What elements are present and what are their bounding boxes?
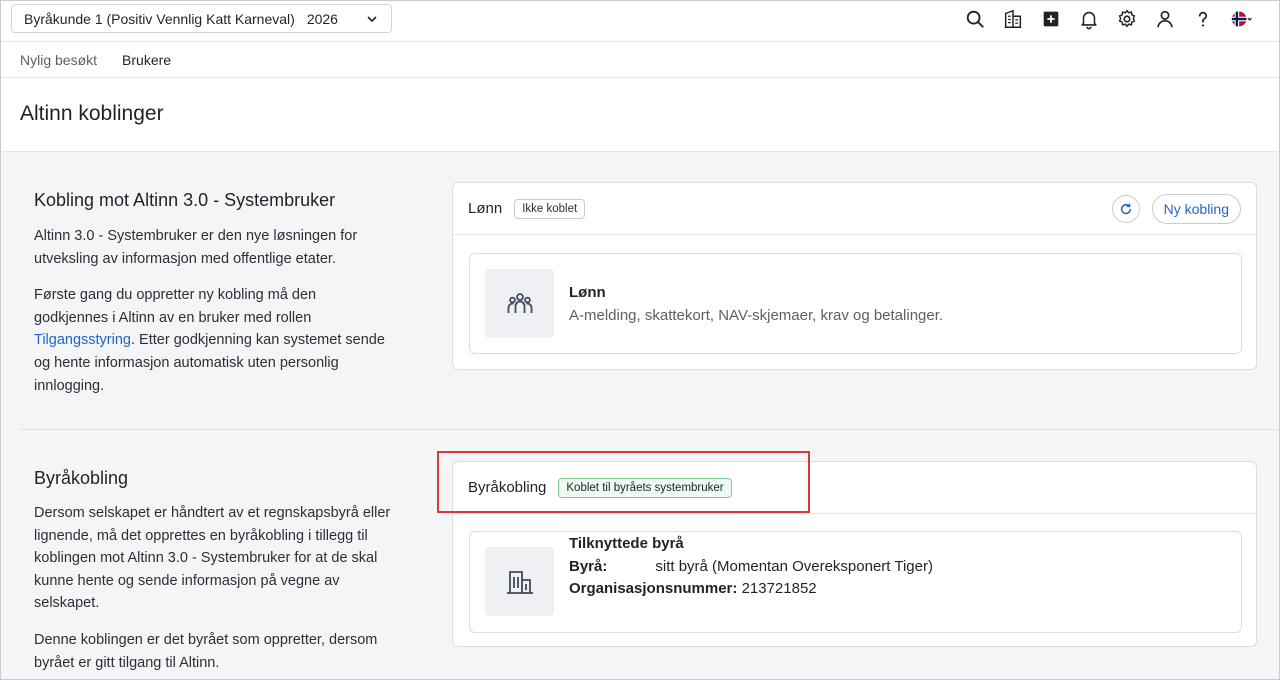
company-selector[interactable]: Byråkunde 1 (Positiv Vennlig Katt Karnev… [11,4,392,33]
description-paragraph: Altinn 3.0 - Systembruker er den nye løs… [34,228,358,267]
company-year: 2026 [306,10,338,27]
language-button[interactable] [1222,0,1260,38]
org-number-row: Organisasjonsnummer: 213721852 [569,578,933,601]
section-title-systembruker: Kobling mot Altinn 3.0 - Systembruker [34,190,336,210]
new-connection-button[interactable]: Ny kobling [1151,194,1241,224]
card-title: Lønn [468,200,503,217]
notifications-button[interactable] [1070,0,1108,38]
card-header: Lønn Ikke koblet Ny kobling [453,183,1256,235]
search-button[interactable] [956,0,994,38]
agency-item: Tilknyttede byrå Byrå: sitt byrå (Momenta… [469,531,1242,633]
org-number-value: 213721852 [741,580,817,597]
card-title: Byråkobling [468,479,547,496]
bell-icon [1081,11,1097,30]
org-number-label: Organisasjonsnummer: [569,580,738,597]
item-text: Tilknyttede byrå Byrå: sitt byrå (Momenta… [569,533,933,601]
status-badge: Ikke koblet [514,198,586,219]
tilgangsstyring-link[interactable]: Tilgangsstyring [34,332,131,348]
sub-navigation: Nylig besøkt Brukere [0,42,1280,78]
help-button[interactable] [1184,0,1222,38]
section-description-byrakobling: Dersom selskapet er håndtert av et regns… [34,502,394,680]
top-bar: Byråkunde 1 (Positiv Vennlig Katt Karnev… [0,0,1280,42]
item-description: A-melding, skattekort, NAV-skjemaer, kra… [569,306,944,324]
section-divider [20,429,1280,430]
lonn-item: Lønn A-melding, skattekort, NAV-skjemaer… [469,253,1242,354]
top-icons [956,0,1260,38]
item-title: Tilknyttede byrå [569,535,684,552]
nav-recently-visited[interactable]: Nylig besøkt [20,52,97,68]
card-header: Byråkobling Koblet til byråets systembru… [453,462,1256,514]
chevron-down-icon [367,15,377,22]
item-tile [485,547,554,616]
section-description-systembruker: Altinn 3.0 - Systembruker er den nye løs… [34,225,394,411]
add-button[interactable] [1032,0,1070,38]
building-icon [506,570,533,594]
company-name: Byråkunde 1 (Positiv Vennlig Katt Karnev… [24,10,295,27]
user-icon [1157,10,1173,28]
help-icon [1198,11,1208,27]
refresh-icon [1120,203,1132,215]
description-paragraph: Dersom selskapet er håndtert av et regns… [34,505,391,612]
refresh-button[interactable] [1112,195,1140,223]
settings-button[interactable] [1108,0,1146,38]
agency-label: Byrå: [569,557,608,575]
company-overview-button[interactable] [994,0,1032,38]
item-text: Lønn A-melding, skattekort, NAV-skjemaer… [569,282,943,327]
gear-icon [1118,9,1136,28]
people-icon [507,292,532,313]
byrakobling-card: Byråkobling Koblet til byråets systembru… [452,461,1257,647]
agency-value: sitt byrå (Momentan Overeksponert Tiger) [655,557,933,575]
add-square-icon [1043,11,1059,27]
description-text: Første gang du oppretter ny kobling må d… [34,287,317,326]
page-header: Altinn koblinger [0,78,1280,152]
item-title: Lønn [569,284,606,301]
flag-norway-icon [1231,11,1252,27]
item-tile [485,269,554,338]
lonn-card: Lønn Ikke koblet Ny kobling Lønn A-meldi… [452,182,1257,370]
building-grid-icon [1004,9,1022,28]
section-title-byrakobling: Byråkobling [34,468,129,488]
page-title: Altinn koblinger [20,102,164,125]
agency-row: Byrå: sitt byrå (Momentan Overeksponert T… [569,556,933,579]
profile-button[interactable] [1146,0,1184,38]
status-badge: Koblet til byråets systembruker [558,477,732,498]
nav-users[interactable]: Brukere [122,52,171,68]
description-paragraph: Første gang du oppretter ny kobling må d… [34,284,394,397]
description-paragraph: Denne koblingen er det byrået som oppret… [34,631,378,671]
search-icon [966,10,984,28]
